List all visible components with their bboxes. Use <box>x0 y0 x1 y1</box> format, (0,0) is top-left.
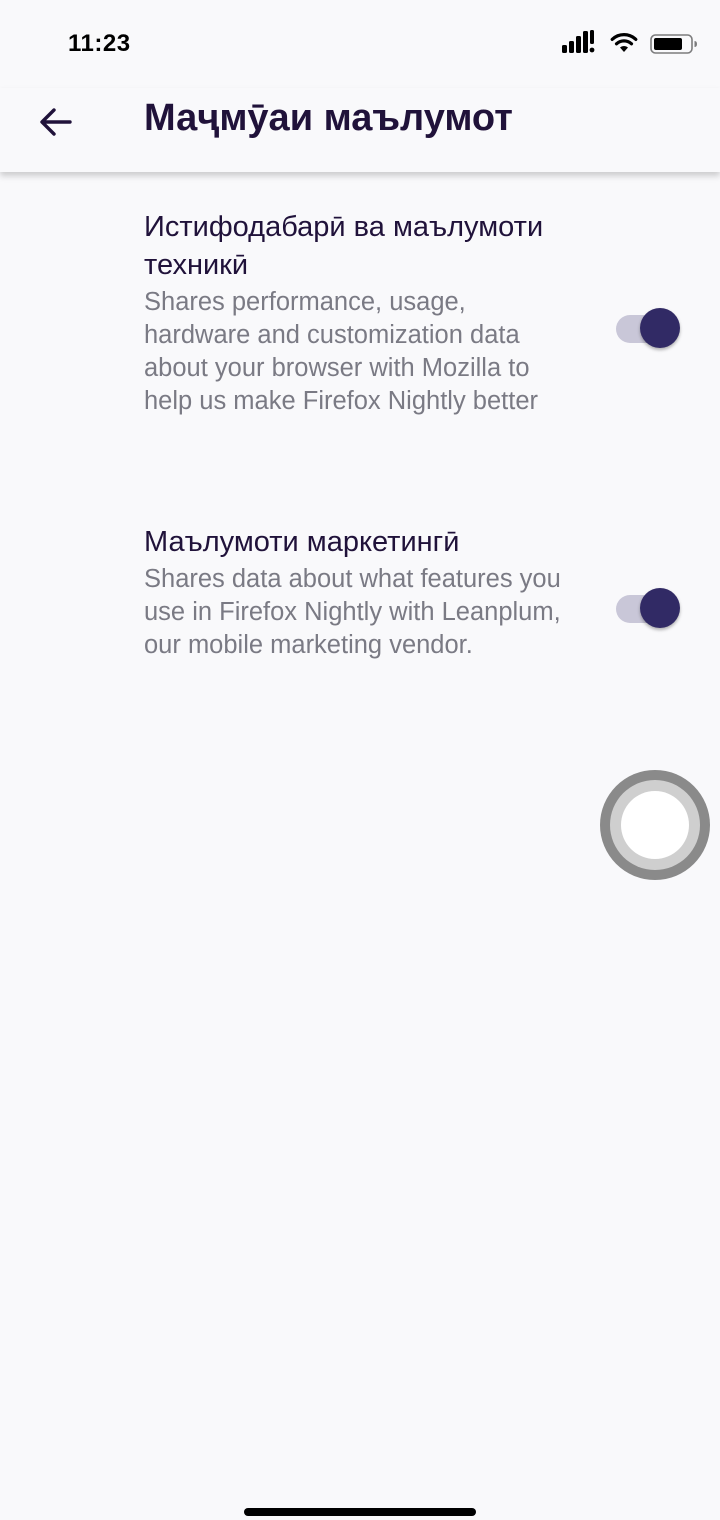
status-bar: 11:23 <box>0 0 720 88</box>
wifi-icon <box>610 33 638 52</box>
battery-icon <box>650 34 697 54</box>
pref-summary: Shares data about what features you use … <box>144 565 561 659</box>
page-title: Маҷмӯаи маълумот <box>144 97 513 139</box>
pref-title: Маълумоти маркетингӣ <box>144 526 460 558</box>
pref-summary: Shares performance, usage, hardware and … <box>144 288 539 415</box>
usage-data-switch[interactable] <box>614 307 684 351</box>
status-time: 11:23 <box>68 30 131 57</box>
pref-usage-technical-data[interactable]: Истифодабарӣ ва маълумоти техникӣ Shares… <box>0 206 720 476</box>
marketing-data-switch[interactable] <box>614 587 684 631</box>
switch-thumb <box>640 308 680 348</box>
assistive-touch-core <box>621 791 689 859</box>
pref-marketing-data[interactable]: Маълумоти маркетингӣ Shares data about w… <box>0 521 720 711</box>
pref-text: Маълумоти маркетингӣ Shares data about w… <box>144 523 564 662</box>
assistive-touch-button[interactable] <box>600 770 710 880</box>
signal-icon <box>562 30 595 53</box>
arrow-left-icon <box>40 108 72 136</box>
pref-title: Истифодабарӣ ва маълумоти техникӣ <box>144 211 544 281</box>
home-indicator[interactable] <box>244 1508 476 1516</box>
pref-text: Истифодабарӣ ва маълумоти техникӣ Shares… <box>144 208 564 418</box>
back-button[interactable] <box>22 94 90 150</box>
switch-thumb <box>640 588 680 628</box>
app-bar: Маҷмӯаи маълумот <box>0 88 720 172</box>
